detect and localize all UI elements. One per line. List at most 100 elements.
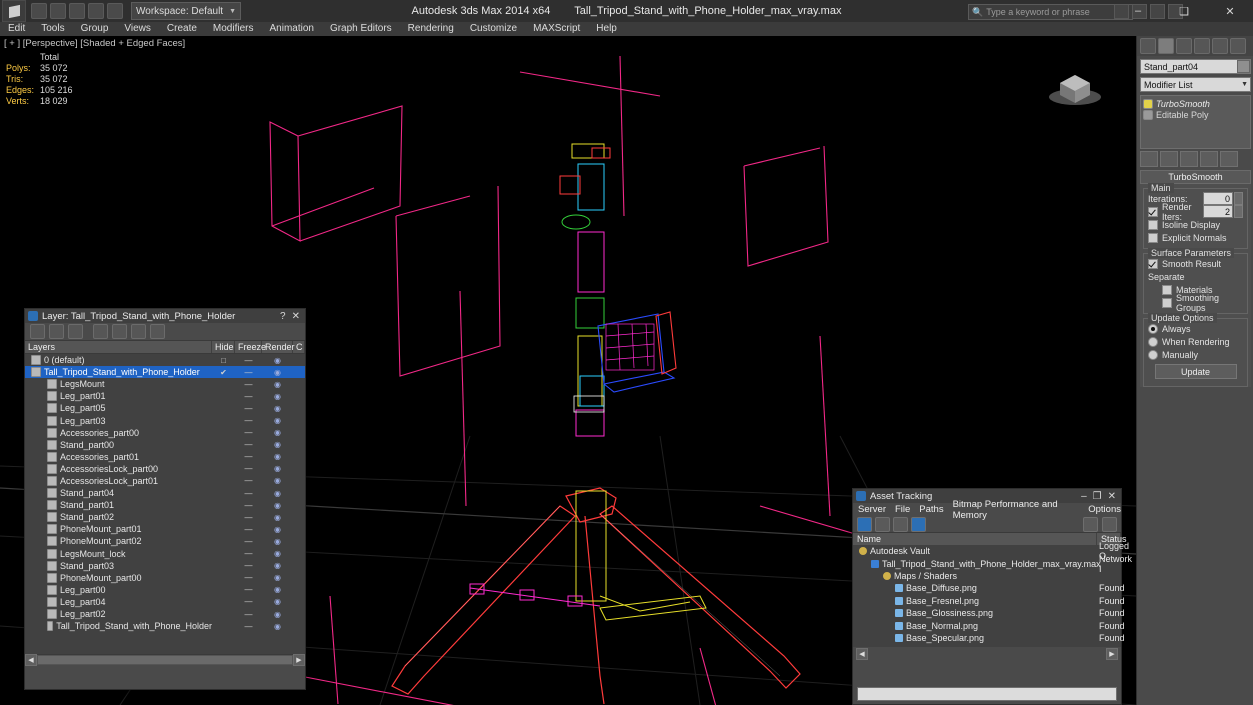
layer-row[interactable]: AccessoriesLock_part00 — ◉ xyxy=(25,463,305,475)
layer-render-cell[interactable]: ◉ xyxy=(262,513,293,522)
layer-row[interactable]: Stand_part04 — ◉ xyxy=(25,487,305,499)
layer-render-cell[interactable]: ◉ xyxy=(262,622,293,631)
light-bulb-icon[interactable] xyxy=(1143,98,1153,109)
maximize-button[interactable]: ❑ xyxy=(1161,0,1207,22)
make-unique-button[interactable] xyxy=(1180,151,1198,167)
asset-maximize-button[interactable]: ❐ xyxy=(1093,491,1102,502)
layer-row[interactable]: Stand_part02 — ◉ xyxy=(25,511,305,523)
layer-freeze-cell[interactable]: — xyxy=(235,513,262,522)
layer-freeze-cell[interactable]: — xyxy=(235,573,262,582)
layer-render-cell[interactable]: ◉ xyxy=(262,452,293,461)
at-scroll-right-icon[interactable]: ▶ xyxy=(1106,648,1118,660)
asset-close-button[interactable]: ✕ xyxy=(1108,491,1116,502)
layer-freeze-cell[interactable]: — xyxy=(235,440,262,449)
layer-render-cell[interactable]: ◉ xyxy=(262,585,293,594)
layer-row[interactable]: AccessoriesLock_part01 — ◉ xyxy=(25,475,305,487)
explicit-normals-checkbox[interactable] xyxy=(1148,232,1158,243)
menu-item-animation[interactable]: Animation xyxy=(261,22,321,36)
layer-row[interactable]: Leg_part02 — ◉ xyxy=(25,608,305,620)
modifier-stack-entry-turbosmooth[interactable]: TurboSmooth xyxy=(1143,98,1248,109)
smooth-result-checkbox[interactable] xyxy=(1148,258,1158,269)
minimize-button[interactable]: – xyxy=(1115,0,1161,22)
tab-modify[interactable] xyxy=(1158,38,1174,54)
at-menu-file[interactable]: File xyxy=(895,504,910,515)
asset-minimize-button[interactable]: – xyxy=(1081,491,1087,502)
layer-row[interactable]: Tall_Tripod_Stand_with_Phone_Holder ✔ — ◉ xyxy=(25,366,305,379)
select-objects-icon[interactable] xyxy=(93,324,108,339)
layer-freeze-cell[interactable]: — xyxy=(235,622,262,631)
layer-freeze-cell[interactable]: — xyxy=(235,452,262,461)
isoline-display-checkbox[interactable] xyxy=(1148,219,1158,230)
hide-unhide-icon[interactable] xyxy=(150,324,165,339)
asset-row[interactable]: Base_Fresnel.png Found xyxy=(853,595,1125,607)
layer-help-button[interactable]: ? xyxy=(280,311,286,322)
menu-item-customize[interactable]: Customize xyxy=(462,22,525,36)
asset-row[interactable]: Base_Diffuse.png Found xyxy=(853,582,1125,594)
always-radio[interactable] xyxy=(1148,323,1158,334)
menu-item-create[interactable]: Create xyxy=(159,22,205,36)
column-layers[interactable]: Layers xyxy=(25,341,212,353)
at-menu-server[interactable]: Server xyxy=(858,504,886,515)
layer-row[interactable]: Stand_part00 — ◉ xyxy=(25,439,305,451)
at-menu-paths[interactable]: Paths xyxy=(919,504,943,515)
explicit-normals-row[interactable]: Explicit Normals xyxy=(1148,231,1243,244)
isoline-display-row[interactable]: Isoline Display xyxy=(1148,218,1243,231)
menu-item-maxscript[interactable]: MAXScript xyxy=(525,22,588,36)
layer-render-cell[interactable]: ◉ xyxy=(262,476,293,485)
render-iters-spinner[interactable] xyxy=(1234,205,1243,218)
scroll-right-icon[interactable]: ▶ xyxy=(293,654,305,666)
layer-row[interactable]: PhoneMount_part00 — ◉ xyxy=(25,572,305,584)
at-vault-icon[interactable] xyxy=(1102,516,1117,532)
asset-row[interactable]: Base_Glossiness.png Found xyxy=(853,607,1125,619)
smoothing-groups-checkbox[interactable] xyxy=(1162,297,1172,308)
layer-freeze-cell[interactable]: — xyxy=(235,561,262,570)
layer-render-cell[interactable]: ◉ xyxy=(262,416,293,425)
asset-row[interactable]: Autodesk Vault Logged O xyxy=(853,541,1129,561)
refresh-icon[interactable] xyxy=(893,516,908,532)
layer-freeze-cell[interactable]: — xyxy=(235,392,262,401)
select-highlighted-icon[interactable] xyxy=(112,324,127,339)
iterations-input[interactable]: 0 xyxy=(1203,192,1233,205)
modifier-stack[interactable]: TurboSmooth Editable Poly xyxy=(1140,95,1251,149)
layer-row[interactable]: LegsMount_lock — ◉ xyxy=(25,548,305,560)
delete-layer-icon[interactable] xyxy=(49,324,64,339)
show-end-result-button[interactable] xyxy=(1160,151,1178,167)
layer-freeze-cell[interactable]: — xyxy=(235,368,262,377)
list-view-icon[interactable] xyxy=(875,516,890,532)
tab-utilities[interactable] xyxy=(1230,38,1246,54)
layer-render-cell[interactable]: ◉ xyxy=(262,440,293,449)
asset-row[interactable]: Base_Normal.png Found xyxy=(853,619,1125,631)
layer-freeze-cell[interactable]: — xyxy=(235,356,262,365)
when-rendering-row[interactable]: When Rendering xyxy=(1148,335,1243,348)
menu-item-modifiers[interactable]: Modifiers xyxy=(205,22,262,36)
layer-render-cell[interactable]: ◉ xyxy=(262,368,293,377)
layer-freeze-cell[interactable]: — xyxy=(235,428,262,437)
layer-row[interactable]: 0 (default) □ — ◉ xyxy=(25,354,305,366)
layer-render-cell[interactable]: ◉ xyxy=(262,489,293,498)
layer-freeze-cell[interactable]: — xyxy=(235,537,262,546)
view-cube-icon[interactable] xyxy=(1044,61,1106,107)
asset-row[interactable]: Base_Specular.png Found xyxy=(853,632,1125,644)
layer-render-cell[interactable]: ◉ xyxy=(262,392,293,401)
menu-item-edit[interactable]: Edit xyxy=(0,22,33,36)
layer-render-cell[interactable]: ◉ xyxy=(262,380,293,389)
pin-stack-button[interactable] xyxy=(1140,151,1158,167)
always-row[interactable]: Always xyxy=(1148,322,1243,335)
layer-render-cell[interactable]: ◉ xyxy=(262,537,293,546)
modifier-stack-entry-editable-poly[interactable]: Editable Poly xyxy=(1143,109,1248,120)
column-freeze[interactable]: Freeze xyxy=(235,341,266,353)
smoothing-groups-row[interactable]: Smoothing Groups xyxy=(1148,293,1243,313)
layer-row[interactable]: Leg_part03 — ◉ xyxy=(25,414,305,426)
layer-render-cell[interactable]: ◉ xyxy=(262,561,293,570)
layer-render-cell[interactable]: ◉ xyxy=(262,404,293,413)
asset-table[interactable]: Autodesk Vault Logged O Tall_Tripod_Stand_… xyxy=(853,541,1132,647)
layer-freeze-cell[interactable]: — xyxy=(235,416,262,425)
layer-render-cell[interactable]: ◉ xyxy=(262,464,293,473)
manually-radio[interactable] xyxy=(1148,349,1158,360)
modifier-list-dropdown[interactable]: Modifier List ▼ xyxy=(1140,77,1251,92)
menu-item-graph-editors[interactable]: Graph Editors xyxy=(322,22,400,36)
menu-item-rendering[interactable]: Rendering xyxy=(400,22,462,36)
layer-freeze-cell[interactable]: — xyxy=(235,464,262,473)
tab-create[interactable] xyxy=(1140,38,1156,54)
layer-render-cell[interactable]: ◉ xyxy=(262,428,293,437)
